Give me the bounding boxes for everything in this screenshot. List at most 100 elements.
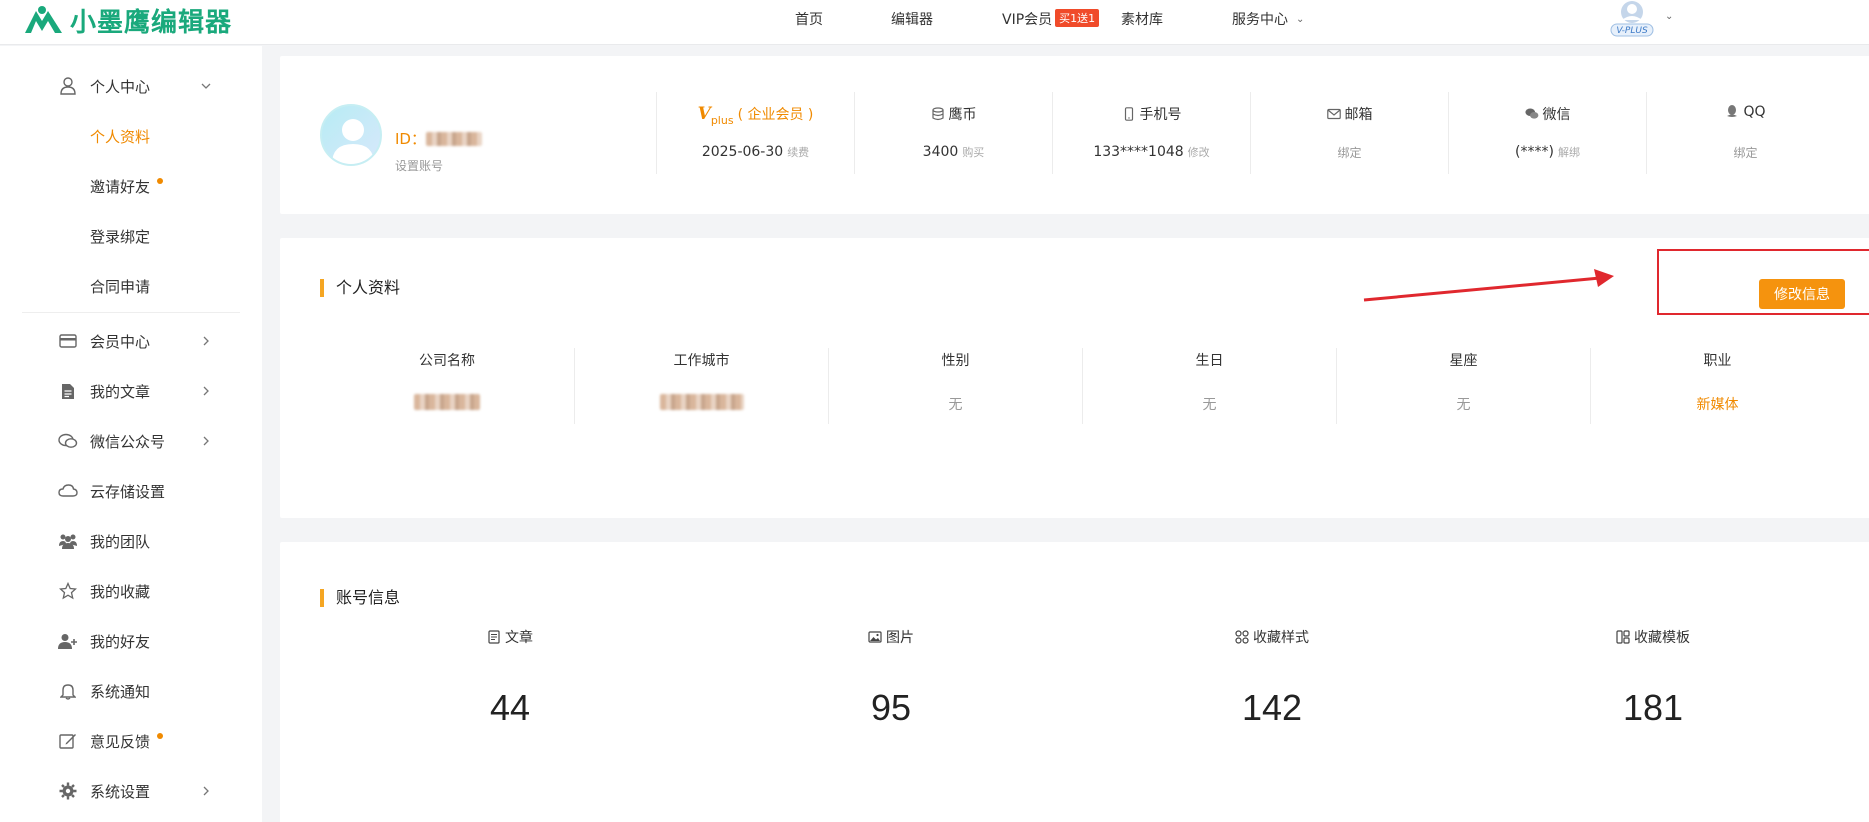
- membership-expiry: 2025-06-30 续费: [657, 144, 854, 160]
- sidebar-item-personal-center[interactable]: 个人中心: [0, 66, 262, 106]
- coins-value-row: 3400 购买: [855, 144, 1052, 160]
- chevron-down-icon: ⌄: [1296, 14, 1305, 25]
- coin-stack-icon: [931, 107, 944, 121]
- modify-phone-link[interactable]: 修改: [1188, 146, 1210, 159]
- edit-icon: [58, 731, 78, 751]
- redacted-city: [659, 394, 744, 410]
- stat-label: 收藏模板: [1634, 630, 1690, 646]
- email-column: 邮箱 绑定: [1250, 92, 1448, 174]
- sidebar-subitem-label: 登录绑定: [90, 228, 151, 246]
- wechat-column: 微信 (****) 解绑: [1448, 92, 1646, 174]
- email-title: 邮箱: [1251, 104, 1448, 124]
- sidebar-item-label: 系统通知: [90, 682, 151, 701]
- stat-saved-styles[interactable]: 收藏样式 142: [1082, 627, 1462, 737]
- field-value: [575, 394, 828, 412]
- vplus-sub: plus: [710, 114, 734, 127]
- nav-home[interactable]: 首页: [795, 9, 823, 29]
- sidebar-item-cloud-storage[interactable]: 云存储设置: [0, 471, 262, 511]
- chevron-down-icon[interactable]: ⌄: [1665, 11, 1673, 22]
- field-label: 公司名称: [419, 353, 475, 369]
- field-value: 无: [1202, 397, 1217, 413]
- sidebar-item-my-favorites[interactable]: 我的收藏: [0, 571, 262, 611]
- chat-icon: [58, 431, 78, 451]
- phone-value-row: 133****1048 修改: [1053, 144, 1250, 160]
- notification-dot: [157, 178, 163, 184]
- sidebar-item-feedback[interactable]: 意见反馈: [0, 721, 262, 761]
- coins-value: 3400: [922, 144, 959, 160]
- sidebar-item-member-center[interactable]: 会员中心: [0, 321, 262, 361]
- document-icon: [58, 381, 78, 401]
- stat-saved-templates[interactable]: 收藏模板 181: [1463, 627, 1843, 737]
- membership-type: ( 企业会员 ): [737, 107, 814, 123]
- stat-value: 181: [1622, 687, 1684, 728]
- wechat-label: 微信: [1542, 107, 1571, 123]
- sidebar-item-label: 我的收藏: [90, 582, 151, 601]
- bind-email-link[interactable]: 绑定: [1251, 144, 1448, 161]
- user-id-label: ID：: [395, 130, 426, 148]
- buy-coins-link[interactable]: 购买: [962, 146, 984, 159]
- redacted-id: [425, 132, 482, 146]
- nav-editor[interactable]: 编辑器: [891, 9, 933, 29]
- nav-vip-label: VIP会员: [1002, 12, 1053, 28]
- set-account-link[interactable]: 设置账号: [395, 157, 443, 174]
- sidebar-item-wechat-official[interactable]: 微信公众号: [0, 421, 262, 461]
- nav-materials[interactable]: 素材库: [1121, 9, 1163, 29]
- sidebar-subitem-label: 邀请好友: [90, 178, 151, 196]
- vip-promo-badge: 买1送1: [1055, 9, 1100, 27]
- sidebar-item-label: 我的好友: [90, 632, 151, 651]
- nav-service[interactable]: 服务中心 ⌄: [1232, 9, 1304, 29]
- sidebar-item-my-team[interactable]: 我的团队: [0, 521, 262, 561]
- edit-info-button[interactable]: 修改信息: [1759, 279, 1845, 309]
- sidebar-item-system-settings[interactable]: 系统设置: [0, 771, 262, 811]
- brand-name: 小墨鹰编辑器: [70, 7, 233, 38]
- profile-avatar[interactable]: [320, 104, 382, 166]
- star-icon: [58, 581, 78, 601]
- sidebar-item-label: 微信公众号: [90, 432, 166, 451]
- qq-title: QQ: [1647, 104, 1844, 120]
- stat-value: 142: [1241, 687, 1303, 728]
- sidebar-subitem-profile[interactable]: 个人资料: [0, 116, 262, 156]
- phone-icon: [1124, 107, 1133, 121]
- sidebar-subitem-label: 合同申请: [90, 278, 151, 296]
- membership-column: Vplus( 企业会员 ) 2025-06-30 续费: [656, 92, 854, 174]
- field-label: 性别: [941, 353, 970, 369]
- redacted-company: [414, 394, 480, 410]
- chevron-right-icon: [203, 386, 209, 396]
- unbind-wechat-link[interactable]: 解绑: [1558, 146, 1580, 159]
- user-avatar[interactable]: V-PLUS: [1607, 0, 1657, 38]
- sidebar-item-label: 系统设置: [90, 782, 151, 801]
- qq-penguin-icon: [1727, 105, 1738, 117]
- sidebar-item-label: 个人中心: [90, 77, 151, 96]
- image-icon: [868, 631, 882, 643]
- sidebar-item-my-articles[interactable]: 我的文章: [0, 371, 262, 411]
- sidebar-subitem-login-bind[interactable]: 登录绑定: [0, 216, 262, 256]
- membership-title: Vplus( 企业会员 ): [657, 104, 854, 127]
- annotation-arrow: [1363, 269, 1614, 302]
- vplus-logo: V: [697, 104, 711, 124]
- nav-service-label: 服务中心: [1232, 12, 1288, 28]
- stat-images[interactable]: 图片 95: [701, 627, 1081, 737]
- mail-icon: [1326, 108, 1341, 120]
- sidebar-item-my-friends[interactable]: 我的好友: [0, 621, 262, 661]
- chevron-right-icon: [203, 786, 209, 796]
- phone-column: 手机号 133****1048 修改: [1052, 92, 1250, 174]
- nav-vip[interactable]: VIP会员 买1送1: [1002, 9, 1100, 29]
- sidebar-subitem-invite[interactable]: 邀请好友: [0, 166, 262, 206]
- renew-link[interactable]: 续费: [787, 146, 809, 159]
- wechat-title: 微信: [1449, 104, 1646, 124]
- field-value: 无: [948, 397, 963, 413]
- sidebar-item-system-notice[interactable]: 系统通知: [0, 671, 262, 711]
- sidebar-subitem-contract[interactable]: 合同申请: [0, 266, 262, 306]
- profile-field-city: 工作城市: [574, 348, 828, 424]
- sidebar-item-label: 云存储设置: [90, 482, 166, 501]
- sidebar-subitem-label: 个人资料: [90, 128, 151, 146]
- email-label: 邮箱: [1344, 107, 1373, 123]
- sidebar-item-label: 我的文章: [90, 382, 151, 401]
- brand-logo[interactable]: 小墨鹰编辑器: [22, 2, 232, 38]
- profile-field-occupation: 职业 新媒体: [1590, 348, 1844, 424]
- stat-articles[interactable]: 文章 44: [320, 627, 700, 737]
- stat-value: 44: [489, 687, 531, 728]
- user-silhouette-icon: [332, 119, 374, 164]
- notification-dot: [157, 733, 163, 739]
- bind-qq-link[interactable]: 绑定: [1647, 144, 1844, 161]
